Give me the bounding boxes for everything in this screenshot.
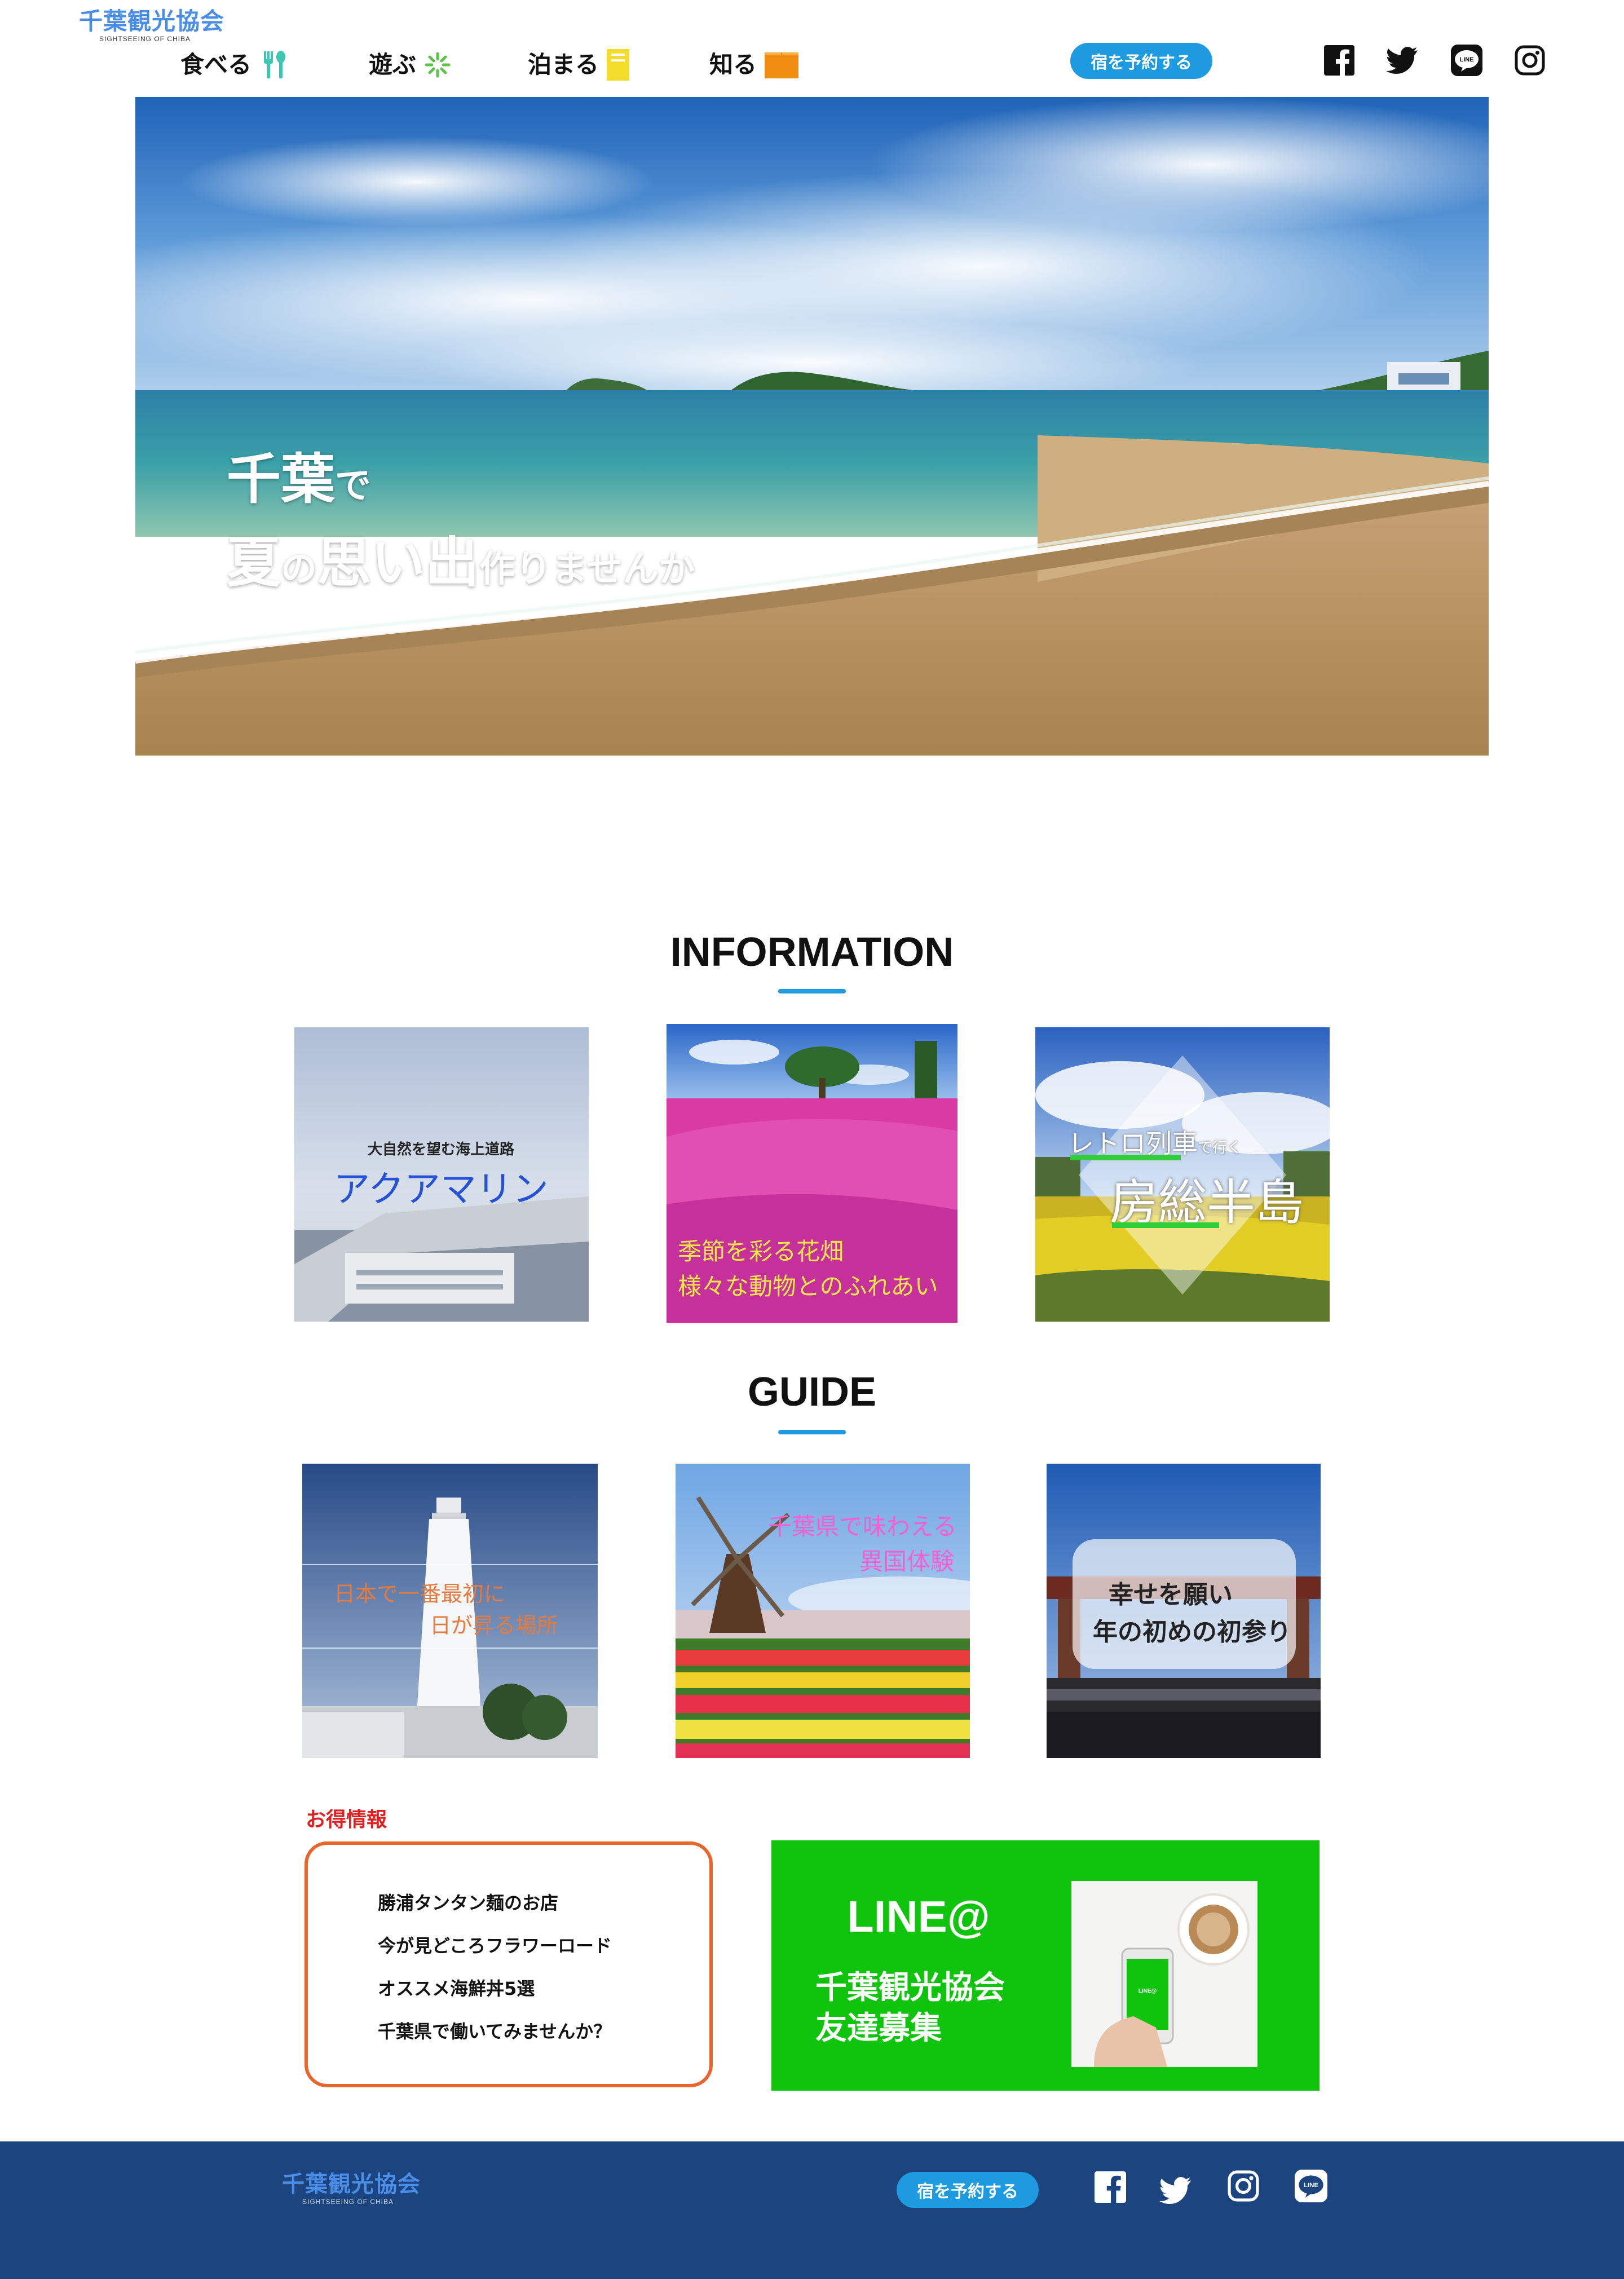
hero-banner: 千葉で 夏の思い出作りませんか (135, 97, 1489, 756)
card-line1: 季節を彩る花畑 (678, 1238, 844, 1265)
site-logo[interactable]: 千葉観光協会 SIGHTSEEING OF CHIBA (79, 8, 226, 47)
reserve-button[interactable]: 宿を予約する (1070, 43, 1212, 79)
facebook-icon[interactable] (1094, 2171, 1127, 2203)
guide-heading-underline (778, 1430, 846, 1434)
card-kicker: 大自然を望む海上道路 (368, 1141, 515, 1158)
sparkle-icon (423, 50, 452, 80)
facebook-icon[interactable] (1323, 44, 1356, 77)
line-banner-subtitle-line2: 友達募集 (815, 2010, 942, 2047)
nav-label: 食べる (180, 51, 252, 78)
logo-text: 千葉観光協会 (282, 2171, 421, 2197)
info-card-boso-peninsula[interactable]: レトロ列車で行く 房総半島 (1035, 1027, 1330, 1322)
site-footer: 千葉観光協会 SIGHTSEEING OF CHIBA 宿を予約する LINE (0, 2141, 1624, 2279)
hero-headline-line1: 千葉で (227, 435, 371, 514)
logo-text: 千葉観光協会 (79, 7, 225, 35)
line-icon[interactable]: LINE (1295, 2170, 1327, 2202)
logo-subtitle: SIGHTSEEING OF CHIBA (99, 35, 191, 43)
hero-word: 千葉 (227, 448, 335, 511)
phone-coffee-photo: LINE@ (1071, 1881, 1257, 2067)
card-kicker-part: で行く (1198, 1140, 1242, 1156)
nav-label: 知る (709, 51, 757, 78)
line-banner-subtitle-line1: 千葉観光協会 (815, 1969, 1005, 2006)
nav-item-stay[interactable]: 泊まる (528, 45, 630, 85)
hero-word: 夏 (227, 531, 281, 594)
logo-subtitle: SIGHTSEEING OF CHIBA (302, 2198, 394, 2206)
hero-word: 作りませんか (479, 549, 695, 590)
deal-link[interactable]: 勝浦タンタン麺のお店 (378, 1889, 558, 1915)
hero-word: で (335, 465, 371, 507)
footer-reserve-button[interactable]: 宿を予約する (897, 2172, 1039, 2208)
nav-item-learn[interactable]: 知る (709, 45, 800, 85)
svg-text:LINE: LINE (1459, 56, 1473, 63)
book-icon (764, 50, 800, 80)
deals-heading: お得情報 (306, 1808, 387, 1831)
deal-link[interactable]: オススメ海鮮丼5選 (378, 1975, 535, 2000)
line-banner-subtitle: 千葉観光協会 友達募集 (815, 1968, 1005, 2049)
building-icon (606, 48, 630, 82)
card-accent-rule (1112, 1222, 1219, 1228)
twitter-icon[interactable] (1159, 2174, 1192, 2207)
deal-link[interactable]: 今が見どころフラワーロード (378, 1932, 612, 1958)
info-card-aquamarine[interactable]: 大自然を望む海上道路 アクアマリン (294, 1027, 589, 1322)
card-accent-rule (1070, 1155, 1181, 1160)
nav-label: 遊ぶ (369, 51, 417, 78)
guide-card-shrine[interactable]: 幸せを願い 年の初めの初参り (1047, 1464, 1321, 1758)
fork-spoon-icon (258, 49, 290, 81)
svg-text:LINE: LINE (1304, 2182, 1318, 2189)
card-line1: 千葉県で味わえる (768, 1513, 957, 1540)
line-banner-title: LINE@ (847, 1892, 990, 1941)
nav-item-eat[interactable]: 食べる (180, 45, 290, 85)
beach-photo (135, 97, 1489, 756)
card-line2: 様々な動物とのふれあい (678, 1273, 938, 1300)
hero-word: の (281, 549, 317, 590)
hero-headline-line2: 夏の思い出作りませんか (227, 519, 695, 597)
phone-screen-label: LINE@ (1138, 1988, 1157, 1994)
guide-heading: GUIDE (747, 1370, 877, 1415)
card-line2: 異国体験 (859, 1548, 955, 1575)
deal-link[interactable]: 千葉県で働いてみませんか？ (378, 2017, 611, 2043)
guide-card-windmill[interactable]: 千葉県で味わえる 異国体験 (676, 1464, 970, 1758)
card-line1: 日本で一番最初に (334, 1582, 506, 1606)
information-heading-underline (778, 989, 846, 993)
card-line1: 幸せを願い (1109, 1580, 1233, 1609)
card-headline: アクアマリン (334, 1169, 549, 1211)
twitter-icon[interactable] (1386, 44, 1419, 77)
guide-card-lighthouse[interactable]: 日本で一番最初に 日が昇る場所 (302, 1464, 598, 1758)
line-icon[interactable]: LINE (1450, 44, 1483, 77)
info-card-flower-field[interactable]: 季節を彩る花畑 様々な動物とのふれあい (667, 1024, 957, 1323)
instagram-icon[interactable] (1227, 2170, 1260, 2202)
information-heading: INFORMATION (670, 930, 954, 975)
card-line2: 年の初めの初参り (1093, 1618, 1291, 1646)
shrine-crowd-photo (1047, 1464, 1321, 1758)
nav-label: 泊まる (528, 51, 599, 78)
hero-word: 思い出 (317, 531, 479, 594)
card-line2: 日が昇る場所 (430, 1613, 559, 1638)
instagram-icon[interactable] (1513, 44, 1546, 77)
card-kicker-part: レトロ列車 (1068, 1128, 1198, 1159)
nav-item-play[interactable]: 遊ぶ (369, 45, 452, 85)
deals-list: 勝浦タンタン麺のお店 今が見どころフラワーロード オススメ海鮮丼5選 千葉県で働… (304, 1841, 713, 2087)
line-friend-banner[interactable]: LINE@ 千葉観光協会 友達募集 LINE@ (771, 1840, 1320, 2091)
footer-logo[interactable]: 千葉観光協会 SIGHTSEEING OF CHIBA (282, 2171, 421, 2206)
